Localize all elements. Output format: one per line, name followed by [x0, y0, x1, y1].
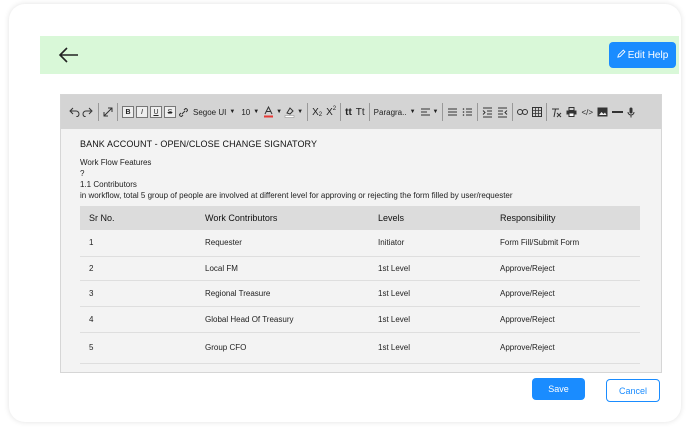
document-text: in workflow, total 5 group of people are…: [80, 191, 513, 200]
insert-link-icon[interactable]: [517, 103, 529, 121]
table-cell: Requester: [205, 230, 378, 257]
unordered-list-icon[interactable]: [462, 103, 473, 121]
table-row: 5 Group CFO 1st Level Approve/Reject: [80, 332, 640, 364]
bold-button[interactable]: B: [122, 103, 134, 121]
table-cell: 3: [80, 280, 205, 307]
rich-text-editor[interactable]: B I U S Segoe UI ▼ 10 ▼ ▼ ▼ X2 X2 tt Tt Pa…: [60, 94, 662, 373]
print-icon[interactable]: [566, 103, 577, 121]
save-button[interactable]: Save: [532, 378, 585, 400]
table-cell: Initiator: [378, 230, 500, 257]
table-icon[interactable]: [532, 103, 543, 121]
redo-icon[interactable]: [82, 103, 94, 121]
font-size-value: 10: [241, 107, 251, 117]
edit-help-label: Edit Help: [627, 49, 669, 61]
table-cell: Approve/Reject: [500, 256, 640, 281]
toolbar-divider: [368, 103, 370, 121]
toolbar-divider: [98, 103, 99, 121]
table-cell: 5: [80, 332, 205, 364]
indent-icon[interactable]: [482, 103, 493, 121]
toolbar-divider: [512, 103, 514, 121]
microphone-icon[interactable]: [627, 103, 635, 121]
table-header-row: Sr No. Work Contributors Levels Responsi…: [80, 206, 640, 230]
contributors-table: Sr No. Work Contributors Levels Responsi…: [80, 206, 640, 364]
column-header: Work Contributors: [205, 206, 378, 230]
subscript-icon[interactable]: X2: [312, 103, 322, 121]
chevron-down-icon[interactable]: ▼: [433, 103, 439, 121]
editor-content[interactable]: BANK ACCOUNT - OPEN/CLOSE CHANGE SIGNATO…: [80, 139, 650, 364]
table-cell: Approve/Reject: [500, 306, 640, 333]
align-icon[interactable]: [420, 103, 431, 121]
table-cell: Approve/Reject: [500, 280, 640, 307]
horizontal-line-icon[interactable]: [612, 103, 624, 121]
image-icon[interactable]: [597, 103, 608, 121]
pencil-icon: [616, 49, 626, 61]
underline-button[interactable]: U: [150, 103, 162, 121]
document-title: BANK ACCOUNT - OPEN/CLOSE CHANGE SIGNATO…: [80, 139, 318, 149]
chevron-down-icon: ▼: [409, 109, 416, 115]
superscript-icon[interactable]: X2: [326, 103, 336, 121]
text-color-icon[interactable]: [263, 103, 274, 121]
toolbar-divider: [477, 103, 479, 121]
table-cell: 4: [80, 306, 205, 333]
toolbar-divider: [117, 103, 118, 121]
page-header: Edit Help: [40, 36, 679, 74]
chevron-down-icon[interactable]: ▼: [297, 103, 303, 121]
editor-toolbar: B I U S Segoe UI ▼ 10 ▼ ▼ ▼ X2 X2 tt Tt Pa…: [61, 95, 661, 129]
table-cell: Local FM: [205, 256, 378, 281]
column-header: Responsibility: [500, 206, 640, 230]
table-row: 3 Regional Treasure 1st Level Approve/Re…: [80, 280, 640, 307]
strikethrough-button[interactable]: S: [164, 103, 176, 121]
table-cell: 2: [80, 256, 205, 281]
edit-help-button[interactable]: Edit Help: [609, 42, 676, 68]
table-cell: Form Fill/Submit Form: [500, 230, 640, 257]
back-arrow-icon[interactable]: [58, 45, 80, 65]
chevron-down-icon: ▼: [253, 109, 260, 115]
chevron-down-icon[interactable]: ▼: [276, 103, 282, 121]
table-cell: 1: [80, 230, 205, 257]
column-header: Sr No.: [80, 206, 205, 230]
ordered-list-icon[interactable]: [447, 103, 458, 121]
paragraph-format-value: Paragra..: [373, 107, 407, 117]
table-row: 4 Global Head Of Treasury 1st Level Appr…: [80, 306, 640, 333]
toolbar-divider: [546, 103, 548, 121]
italic-button[interactable]: I: [136, 103, 148, 121]
toolbar-divider: [442, 103, 444, 121]
table-cell: 1st Level: [378, 256, 500, 281]
chevron-down-icon: ▼: [229, 109, 236, 115]
table-row: 1 Requester Initiator Form Fill/Submit F…: [80, 230, 640, 257]
table-cell: 1st Level: [378, 306, 500, 333]
toolbar-divider: [340, 103, 342, 121]
font-family-value: Segoe UI: [193, 107, 227, 117]
table-cell: 1st Level: [378, 332, 500, 364]
document-text: Work Flow Features: [80, 158, 152, 167]
font-size-select[interactable]: 10 ▼: [241, 103, 259, 121]
line-height-icon[interactable]: Tt: [356, 103, 365, 121]
table-cell: Regional Treasure: [205, 280, 378, 307]
fullscreen-icon[interactable]: [103, 103, 113, 121]
cancel-button[interactable]: Cancel: [606, 379, 660, 402]
paragraph-format-select[interactable]: Paragra.. ▼: [374, 103, 416, 121]
text-case-icon[interactable]: tt: [345, 103, 352, 121]
code-view-icon[interactable]: </>: [581, 103, 593, 121]
table-row: 2 Local FM 1st Level Approve/Reject: [80, 256, 640, 281]
toolbar-divider: [307, 103, 309, 121]
outdent-icon[interactable]: [497, 103, 508, 121]
document-text: ?: [80, 169, 85, 178]
highlight-color-icon[interactable]: [284, 103, 295, 121]
table-cell: Approve/Reject: [500, 332, 640, 364]
column-header: Levels: [378, 206, 500, 230]
font-family-select[interactable]: Segoe UI ▼: [193, 103, 235, 121]
document-text: 1.1 Contributors: [80, 180, 137, 189]
table-cell: Global Head Of Treasury: [205, 306, 378, 333]
table-cell: 1st Level: [378, 280, 500, 307]
link-icon[interactable]: [178, 103, 189, 121]
clear-format-icon[interactable]: [551, 103, 562, 121]
table-cell: Group CFO: [205, 332, 378, 364]
undo-icon[interactable]: [68, 103, 80, 121]
